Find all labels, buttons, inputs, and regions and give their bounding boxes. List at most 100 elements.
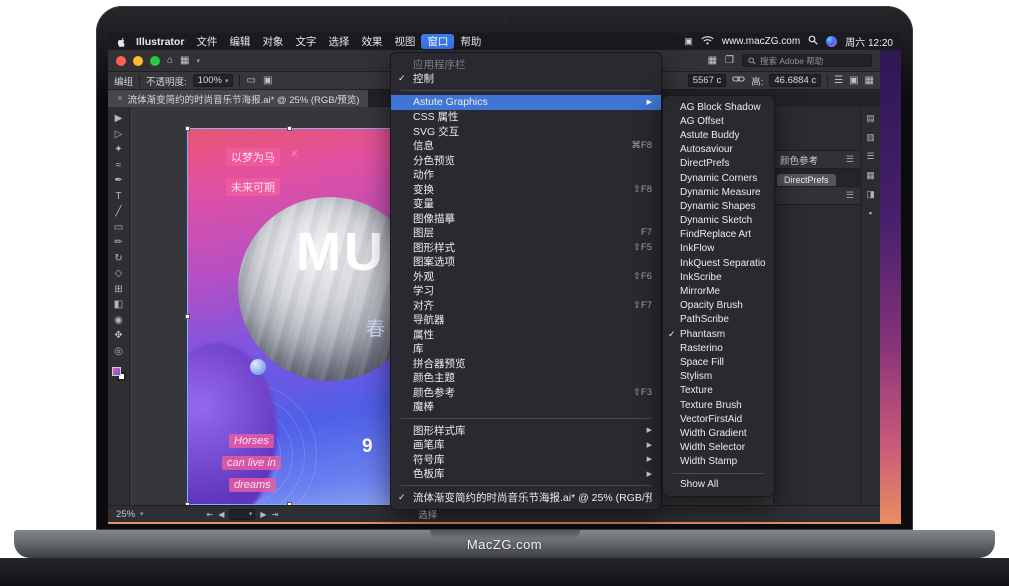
window-menu-item-8[interactable]: 动作	[391, 168, 661, 183]
document-tab[interactable]: × 流体渐变简约的时尚音乐节海报.ai* @ 25% (RGB/预览)	[108, 90, 369, 107]
panel-more-icon[interactable]: ▪	[869, 208, 872, 218]
window-menu-item-4[interactable]: CSS 属性	[391, 110, 661, 125]
tab-directprefs[interactable]: DirectPrefs	[777, 174, 836, 186]
window-menu-item-7[interactable]: 分色预览	[391, 153, 661, 168]
panel-grid-icon[interactable]: ▦	[865, 75, 874, 86]
astute-submenu-item-12[interactable]: InkScribe	[663, 270, 774, 284]
astute-submenu-item-9[interactable]: FindReplace Art	[663, 228, 774, 242]
window-menu-item-21[interactable]: 拼合器预览	[391, 356, 661, 371]
arrange-documents-icon[interactable]: ❐	[725, 55, 734, 66]
astute-submenu-item-7[interactable]: Dynamic Shapes	[663, 199, 774, 213]
window-menu-item-31[interactable]: ✓流体渐变简约的时尚音乐节海报.ai* @ 25% (RGB/预览)	[391, 490, 661, 505]
poster-artwork[interactable]: MU 春 9 以梦为马✕未来可期 Horsescan live indreams	[187, 128, 393, 505]
help-search-field[interactable]: 搜索 Adobe 帮助	[742, 54, 872, 67]
eyedropper-tool-icon[interactable]: ◉	[114, 315, 123, 327]
panel-properties-icon[interactable]: ☰	[866, 151, 874, 162]
window-menu-item-6[interactable]: 信息⌘F8	[391, 139, 661, 154]
window-menu-item-27[interactable]: 画笔库▶	[391, 438, 661, 453]
status-url[interactable]: www.macZG.com	[722, 36, 800, 47]
astute-submenu-item-1[interactable]: AG Offset	[663, 114, 774, 128]
astute-submenu-item-27[interactable]: Show All	[663, 478, 774, 492]
last-artboard-icon[interactable]: ⇥	[272, 510, 279, 519]
menubar-item-7[interactable]: 视图	[388, 34, 421, 49]
astute-submenu-item-15[interactable]: PathScribe	[663, 313, 774, 327]
window-menu-item-23[interactable]: 颜色参考⇧F3	[391, 385, 661, 400]
apple-menu-icon[interactable]	[116, 36, 126, 48]
astute-submenu-item-17[interactable]: Rasterino	[663, 341, 774, 355]
window-menu-item-20[interactable]: 库	[391, 342, 661, 357]
grid-view-icon[interactable]: ▦	[708, 55, 717, 66]
grid-icon[interactable]: ▦	[180, 55, 189, 66]
panel-swatches-icon[interactable]: ▥	[866, 132, 875, 143]
astute-submenu-item-21[interactable]: Texture Brush	[663, 398, 774, 412]
window-menu-item-9[interactable]: 变换⇧F8	[391, 182, 661, 197]
astute-submenu-item-22[interactable]: VectorFirstAid	[663, 412, 774, 426]
window-menu-item-17[interactable]: 对齐⇧F7	[391, 298, 661, 313]
minimize-window-button[interactable]	[133, 56, 143, 66]
window-menu-item-5[interactable]: SVG 交互	[391, 124, 661, 139]
hand-tool-icon[interactable]: ✥	[114, 330, 122, 342]
astute-submenu-item-6[interactable]: Dynamic Measure	[663, 185, 774, 199]
wifi-icon[interactable]	[701, 35, 714, 48]
spotlight-search-icon[interactable]	[808, 35, 818, 48]
zoom-caret-icon[interactable]: ▾	[140, 510, 144, 518]
window-menu-item-28[interactable]: 符号库▶	[391, 452, 661, 467]
panel-color-icon[interactable]: ▤	[866, 113, 875, 124]
astute-submenu-item-13[interactable]: MirrorMe	[663, 284, 774, 298]
panel-layers-icon[interactable]: ▦	[866, 170, 875, 181]
zoom-tool-icon[interactable]: ◎	[114, 346, 123, 358]
window-menu-item-13[interactable]: 图形样式⇧F5	[391, 240, 661, 255]
menubar-item-8[interactable]: 窗口	[421, 34, 454, 49]
astute-submenu-item-14[interactable]: Opacity Brush	[663, 299, 774, 313]
next-artboard-icon[interactable]: ▶	[260, 510, 266, 519]
link-dimensions-icon[interactable]	[732, 74, 745, 87]
astute-submenu-item-24[interactable]: Width Selector	[663, 441, 774, 455]
menubar-item-6[interactable]: 效果	[355, 34, 388, 49]
window-menu-item-15[interactable]: 外观⇧F6	[391, 269, 661, 284]
window-menu-item-11[interactable]: 图像描摹	[391, 211, 661, 226]
window-menu-item-26[interactable]: 图形样式库▶	[391, 423, 661, 438]
direct-selection-tool-icon[interactable]: ▷	[115, 129, 123, 141]
window-menu-item-24[interactable]: 魔棒	[391, 400, 661, 415]
window-menu-item-3[interactable]: Astute Graphics▶	[391, 95, 661, 110]
panel-menu-icon[interactable]: ☰	[846, 154, 854, 165]
mesh-tool-icon[interactable]: ⊞	[114, 284, 122, 296]
first-artboard-icon[interactable]: ⇤	[207, 510, 214, 519]
close-window-button[interactable]	[116, 56, 126, 66]
type-tool-icon[interactable]: T	[115, 191, 121, 203]
panel-menu-icon[interactable]: ☰	[846, 190, 854, 201]
opacity-field[interactable]: 100% ▾	[193, 74, 234, 87]
astute-submenu-item-20[interactable]: Texture	[663, 384, 774, 398]
fill-stroke-swatches[interactable]	[112, 367, 126, 381]
fill-swatch[interactable]	[112, 367, 121, 376]
control-center-icon[interactable]: ▣	[684, 36, 693, 47]
window-menu-item-10[interactable]: 变量	[391, 197, 661, 212]
color-guide-panel-header[interactable]: 颜色参考 ☰	[774, 151, 860, 169]
home-icon[interactable]: ⌂	[167, 55, 173, 66]
gradient-tool-icon[interactable]: ◧	[114, 299, 123, 311]
window-menu-item-22[interactable]: 颜色主题	[391, 371, 661, 386]
menu-lines-icon[interactable]: ☰	[834, 75, 843, 86]
menubar-item-4[interactable]: 文字	[289, 34, 322, 49]
astute-submenu-item-11[interactable]: InkQuest Separations	[663, 256, 774, 270]
menubar-item-2[interactable]: 编辑	[223, 34, 256, 49]
menu-bar-clock[interactable]: 周六 12:20	[845, 34, 893, 49]
astute-submenu-item-8[interactable]: Dynamic Sketch	[663, 214, 774, 228]
zoom-level[interactable]: 25%	[116, 509, 135, 520]
rotate-tool-icon[interactable]: ↻	[114, 253, 122, 265]
astute-submenu-item-2[interactable]: Astute Buddy	[663, 128, 774, 142]
astute-submenu-item-23[interactable]: Width Gradient	[663, 426, 774, 440]
window-menu-item-14[interactable]: 图案选项	[391, 255, 661, 270]
panel-libraries-icon[interactable]: ◨	[866, 189, 875, 200]
magic-wand-tool-icon[interactable]: ✦	[114, 144, 122, 156]
selection-tool-icon[interactable]: ▶	[115, 113, 123, 125]
style-icon[interactable]: ▭	[246, 75, 255, 86]
astute-submenu-item-16[interactable]: ✓Phantasm	[663, 327, 774, 341]
astute-submenu-item-4[interactable]: DirectPrefs	[663, 157, 774, 171]
pencil-tool-icon[interactable]: ✏	[114, 237, 122, 249]
lasso-tool-icon[interactable]: ≈	[116, 160, 122, 172]
artboard-select[interactable]: ▾	[229, 509, 255, 520]
astute-submenu-item-3[interactable]: Autosaviour	[663, 143, 774, 157]
astute-submenu-item-5[interactable]: Dynamic Corners	[663, 171, 774, 185]
menubar-item-1[interactable]: 文件	[190, 34, 223, 49]
